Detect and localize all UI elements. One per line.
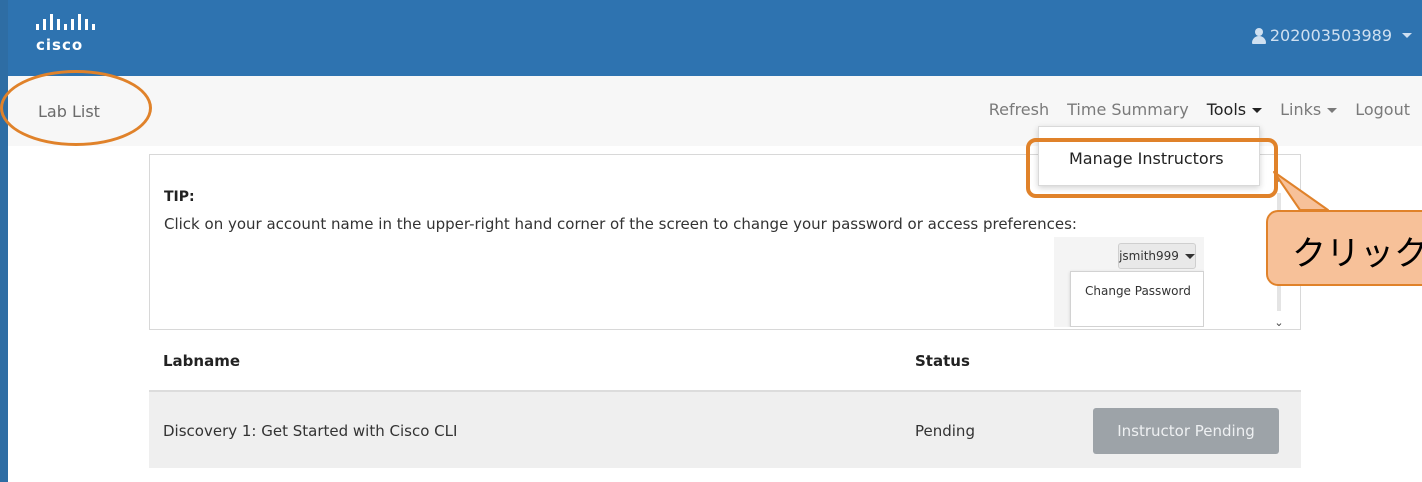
annotation-ellipse	[0, 70, 152, 146]
preview-dropdown: Change Password	[1070, 271, 1204, 327]
callout-text: クリック	[1292, 234, 1422, 274]
instructor-pending-button[interactable]: Instructor Pending	[1093, 408, 1279, 454]
table-row: Discovery 1: Get Started with Cisco CLI …	[149, 392, 1301, 468]
nav-logout-label: Logout	[1355, 100, 1410, 119]
tip-text: Click on your account name in the upper-…	[164, 215, 1077, 233]
preview-user-button: jsmith999	[1118, 243, 1196, 269]
nav-links-menu[interactable]: Links	[1280, 100, 1338, 119]
preview-change-password: Change Password	[1085, 284, 1191, 298]
caret-down-icon	[1327, 108, 1338, 113]
scroll-down-icon[interactable]: ⌄	[1272, 317, 1286, 329]
nav-links: Refresh Time Summary Tools Links Logout	[989, 100, 1410, 119]
user-account-name: 202003503989	[1269, 26, 1392, 45]
annotation-highlight-box	[1026, 138, 1278, 198]
caret-down-icon	[1402, 33, 1412, 38]
nav-tools[interactable]: Tools	[1206, 100, 1263, 119]
nav-time-summary-label: Time Summary	[1067, 100, 1189, 119]
table-header: Labname Status	[149, 330, 1301, 392]
nav-logout[interactable]: Logout	[1355, 100, 1410, 119]
tip-title: TIP:	[164, 189, 195, 205]
cisco-bars-icon	[36, 14, 95, 30]
top-header-bar: cisco 202003503989	[0, 0, 1422, 76]
column-header-labname: Labname	[163, 352, 241, 370]
nav-links-label: Links	[1280, 100, 1322, 119]
caret-down-icon	[1184, 253, 1195, 259]
cisco-logo[interactable]: cisco	[36, 14, 116, 64]
caret-down-icon	[1252, 108, 1263, 113]
lab-status-cell: Pending	[915, 422, 975, 440]
lab-name-cell: Discovery 1: Get Started with Cisco CLI	[163, 422, 458, 440]
nav-refresh[interactable]: Refresh	[989, 100, 1049, 119]
tip-preview-image: jsmith999 Change Password	[1054, 237, 1204, 327]
logo-wordmark: cisco	[36, 36, 84, 54]
column-header-status: Status	[915, 352, 970, 370]
nav-refresh-label: Refresh	[988, 100, 1050, 119]
nav-tools-label: Tools	[1206, 100, 1247, 119]
user-account-menu[interactable]: 202003503989	[1251, 26, 1412, 45]
preview-user-name: jsmith999	[1119, 249, 1179, 263]
lab-table: Labname Status Discovery 1: Get Started …	[149, 330, 1301, 468]
nav-time-summary[interactable]: Time Summary	[1067, 100, 1189, 119]
click-callout: クリック	[1266, 210, 1422, 286]
user-icon	[1251, 27, 1266, 44]
